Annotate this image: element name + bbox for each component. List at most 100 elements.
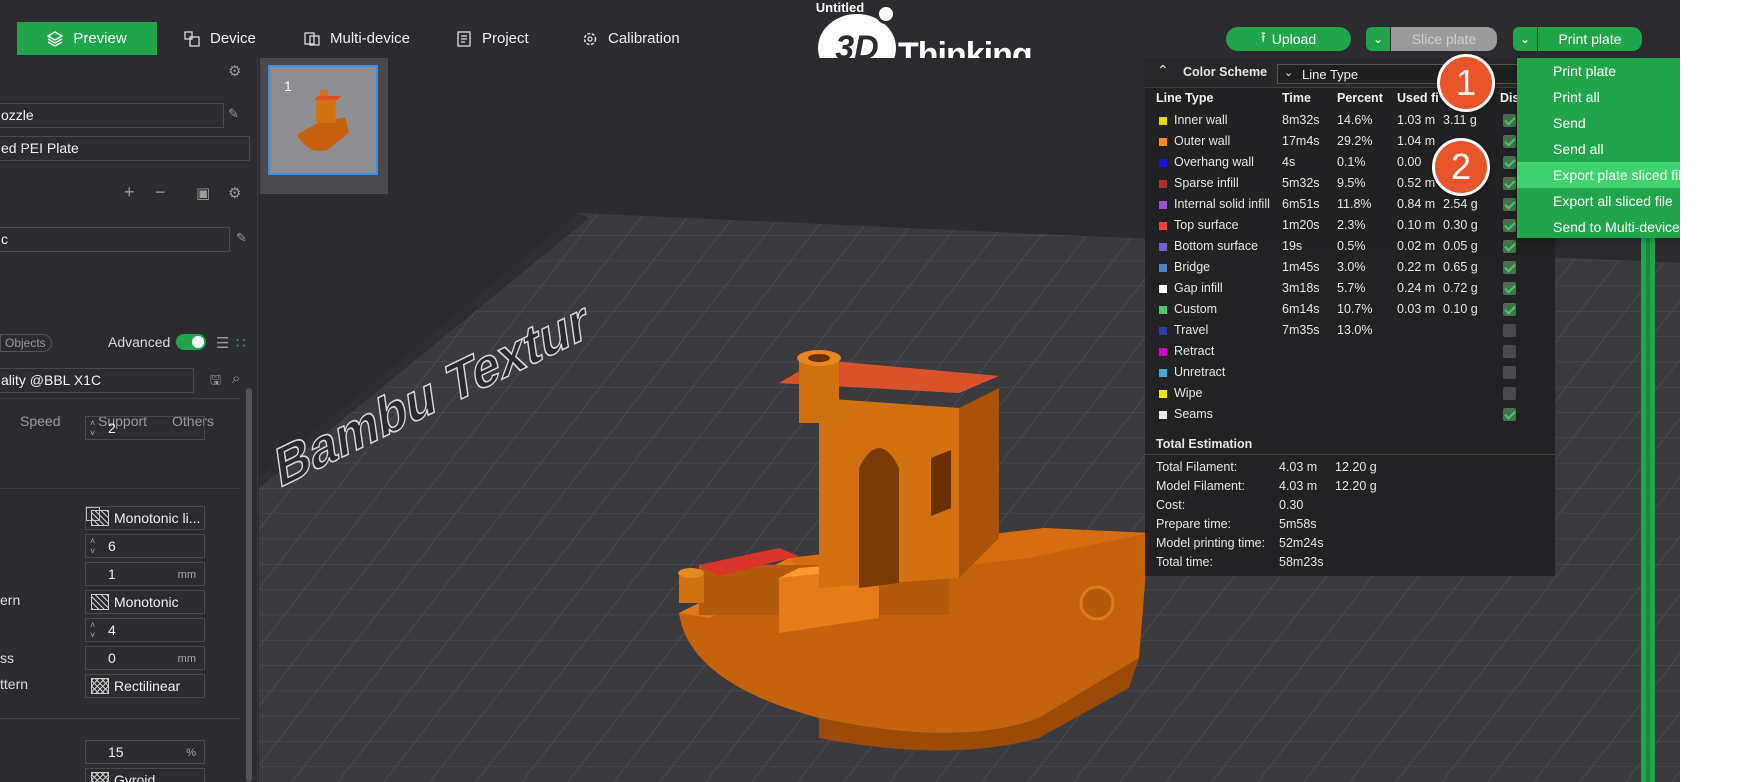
line-type-used-length: 1.04 m bbox=[1397, 134, 1436, 148]
line-type-time: 8m32s bbox=[1282, 113, 1320, 127]
menu-item-export-all-sliced-file[interactable]: Export all sliced file bbox=[1517, 188, 1680, 214]
tab-device[interactable]: Device bbox=[170, 22, 270, 55]
print-dropdown-toggle[interactable]: ⌄ bbox=[1513, 27, 1537, 51]
display-checkbox[interactable] bbox=[1503, 261, 1516, 274]
upload-button[interactable]: ⭱ Upload bbox=[1226, 27, 1351, 51]
menu-item-export-plate-sliced-file[interactable]: Export plate sliced file bbox=[1517, 162, 1680, 188]
menu-item-print-plate[interactable]: Print plate bbox=[1517, 58, 1680, 84]
line-type-used-weight: 0.65 g bbox=[1443, 260, 1478, 274]
display-checkbox[interactable] bbox=[1503, 156, 1516, 169]
advanced-toggle[interactable] bbox=[176, 334, 206, 350]
plate-type-select[interactable]: ed PEI Plate bbox=[0, 136, 250, 161]
tab-preview[interactable]: Preview bbox=[17, 22, 157, 55]
tab-calibration[interactable]: Calibration bbox=[568, 22, 694, 55]
internal-pattern-label: ttern bbox=[0, 676, 29, 692]
legend-row: Outer wall 17m4s 29.2% 1.04 m bbox=[1145, 131, 1555, 152]
display-checkbox[interactable] bbox=[1503, 219, 1516, 232]
slice-dropdown-toggle[interactable]: ⌄ bbox=[1366, 27, 1390, 51]
display-checkbox[interactable] bbox=[1503, 324, 1516, 337]
top-surface-pattern-select[interactable]: Monotonic li... bbox=[85, 506, 205, 530]
display-checkbox[interactable] bbox=[1503, 177, 1516, 190]
compare-icon[interactable]: ∷ bbox=[236, 334, 246, 352]
legend-row: Custom 6m14s 10.7% 0.03 m 0.10 g bbox=[1145, 299, 1555, 320]
display-checkbox[interactable] bbox=[1503, 303, 1516, 316]
line-type-name: Bottom surface bbox=[1174, 239, 1259, 253]
print-plate-button[interactable]: Print plate bbox=[1538, 27, 1642, 51]
color-scheme-select[interactable]: ⌄ Line Type bbox=[1277, 64, 1547, 84]
tab-label: Project bbox=[482, 30, 529, 47]
bottom-pattern-label: ern bbox=[0, 592, 21, 608]
top-layers-input[interactable]: ˄ ˅ 6 bbox=[85, 534, 205, 558]
project-icon bbox=[457, 30, 471, 47]
display-checkbox[interactable] bbox=[1503, 366, 1516, 379]
collapse-icon[interactable]: ⌃ bbox=[1157, 62, 1169, 79]
add-icon[interactable]: + bbox=[124, 182, 135, 203]
process-preset-select[interactable]: ality @BBL X1C bbox=[0, 368, 194, 393]
display-checkbox[interactable] bbox=[1503, 282, 1516, 295]
filament-select[interactable]: c bbox=[0, 227, 230, 252]
subtab-speed[interactable]: Speed bbox=[20, 413, 60, 429]
nozzle-select[interactable]: ozzle bbox=[0, 103, 224, 128]
display-checkbox[interactable] bbox=[1503, 198, 1516, 211]
wall-loops-input[interactable]: ˄ ˅ 2 bbox=[85, 416, 205, 440]
display-checkbox[interactable] bbox=[1503, 345, 1516, 358]
edit-icon[interactable]: ✎ bbox=[236, 230, 247, 246]
gear-icon[interactable]: ⚙ bbox=[228, 62, 241, 80]
display-checkbox[interactable] bbox=[1503, 114, 1516, 127]
infill-pattern-select[interactable]: Gyroid bbox=[85, 768, 205, 782]
display-checkbox[interactable] bbox=[1503, 135, 1516, 148]
display-checkbox[interactable] bbox=[1503, 408, 1516, 421]
line-type-used-length: 0.84 m bbox=[1397, 197, 1436, 211]
line-type-time: 4s bbox=[1282, 155, 1296, 169]
scheme-value: Line Type bbox=[1302, 67, 1359, 82]
line-type-used-weight: 2.54 g bbox=[1443, 197, 1478, 211]
color-swatch bbox=[1159, 348, 1167, 356]
bottom-surface-pattern-select[interactable]: Monotonic bbox=[85, 590, 205, 614]
line-type-used-length: 0.52 m bbox=[1397, 176, 1436, 190]
menu-item-send-all[interactable]: Send all bbox=[1517, 136, 1680, 162]
menu-item-send-to-multi-device[interactable]: Send to Multi-device bbox=[1517, 214, 1680, 240]
bottom-layers-input[interactable]: ˄ ˅ 4 bbox=[85, 618, 205, 642]
col-line-type: Line Type bbox=[1156, 91, 1214, 105]
total-value: 58m23s bbox=[1279, 555, 1324, 569]
layer-slider[interactable] bbox=[1641, 230, 1655, 782]
top-bar: Untitled Preview Device Multi-device Pro… bbox=[0, 0, 1680, 82]
display-checkbox[interactable] bbox=[1503, 240, 1516, 253]
tab-multi-device[interactable]: Multi-device bbox=[290, 22, 424, 55]
window-title: Untitled bbox=[815, 0, 865, 15]
filament-sync-icon[interactable]: ▣ bbox=[196, 184, 210, 202]
bottom-thickness-input[interactable]: 0 mm bbox=[85, 646, 205, 670]
line-type-percent: 3.0% bbox=[1337, 260, 1366, 274]
line-type-name: Outer wall bbox=[1174, 134, 1231, 148]
color-swatch bbox=[1159, 306, 1167, 314]
divider bbox=[0, 488, 240, 489]
color-swatch bbox=[1159, 369, 1167, 377]
chevron-down-icon: ⌄ bbox=[1519, 32, 1531, 46]
list-icon[interactable]: ☰ bbox=[216, 334, 229, 352]
menu-item-print-all[interactable]: Print all bbox=[1517, 84, 1680, 110]
multi-device-icon bbox=[304, 31, 320, 46]
tab-label: Calibration bbox=[608, 30, 680, 47]
value: 15 bbox=[108, 744, 124, 760]
objects-toggle[interactable]: Objects bbox=[0, 334, 52, 352]
line-type-name: Unretract bbox=[1174, 365, 1226, 379]
line-type-used-length: 1.03 m bbox=[1397, 113, 1436, 127]
menu-item-send[interactable]: Send bbox=[1517, 110, 1680, 136]
remove-icon[interactable]: − bbox=[155, 182, 166, 203]
gear-icon[interactable]: ⚙ bbox=[228, 184, 241, 202]
line-type-used-length: 0.22 m bbox=[1397, 260, 1436, 274]
line-type-used-weight: 0.30 g bbox=[1443, 218, 1478, 232]
infill-density-input[interactable]: 15% bbox=[85, 740, 205, 764]
save-icon[interactable]: 🖫 bbox=[210, 371, 221, 393]
line-type-used-weight: 0.72 g bbox=[1443, 281, 1478, 295]
search-icon[interactable]: ⌕ bbox=[232, 370, 240, 387]
internal-solid-pattern-select[interactable]: Rectilinear bbox=[85, 674, 205, 698]
color-swatch bbox=[1159, 159, 1167, 167]
tab-project[interactable]: Project bbox=[442, 22, 543, 55]
display-checkbox[interactable] bbox=[1503, 387, 1516, 400]
bottom-thickness-label: ss bbox=[0, 650, 14, 666]
slice-plate-button[interactable]: Slice plate bbox=[1391, 27, 1497, 51]
edit-icon[interactable]: ✎ bbox=[228, 106, 239, 122]
top-thickness-input[interactable]: 1 mm bbox=[85, 562, 205, 586]
sidebar-scrollbar[interactable] bbox=[246, 388, 252, 782]
